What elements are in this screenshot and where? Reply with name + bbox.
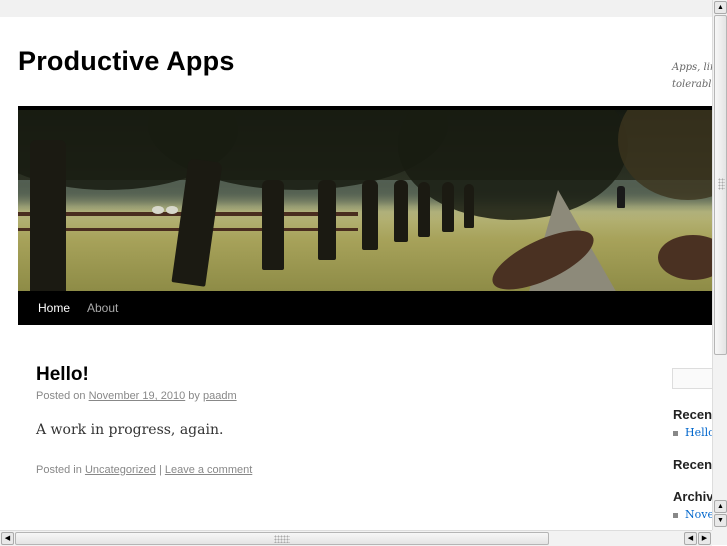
bullet-icon xyxy=(673,430,678,436)
scroll-up-button-lower[interactable]: ▲ xyxy=(714,500,727,513)
banner-walking-person xyxy=(617,186,625,208)
page-top-band xyxy=(0,0,712,17)
banner-leaf-pile xyxy=(658,235,712,280)
scroll-left-button-right[interactable]: ◀ xyxy=(684,532,697,545)
post-footer-meta: Posted in Uncategorized | Leave a commen… xyxy=(36,464,252,476)
recent-post-link[interactable]: Hello! xyxy=(685,426,712,439)
leave-comment-link[interactable]: Leave a comment xyxy=(165,464,252,476)
posted-on-label: Posted on xyxy=(36,390,86,402)
vertical-scrollbar[interactable]: ▲ ▲ ▼ xyxy=(712,0,727,530)
scrollbar-corner xyxy=(712,530,727,545)
post-date-link[interactable]: November 19, 2010 xyxy=(89,390,186,402)
scroll-right-button[interactable]: ▶ xyxy=(698,532,711,545)
banner-sheep xyxy=(152,206,164,214)
scroll-up-button[interactable]: ▲ xyxy=(714,1,727,14)
archive-link[interactable]: Nove xyxy=(685,508,712,521)
banner-tree-trunk xyxy=(418,182,430,237)
banner-tree-trunk xyxy=(318,180,336,260)
horizontal-scrollbar[interactable]: ◀ ◀ ▶ xyxy=(0,530,712,546)
widget-list-item: Hello! xyxy=(673,426,712,439)
sidebar-search-input[interactable] xyxy=(672,368,712,389)
widget-list-item: Nove xyxy=(673,508,712,521)
banner-tree-trunk xyxy=(394,180,408,242)
widget-title-recent-comments: Recen xyxy=(673,457,712,472)
site-title[interactable]: Productive Apps xyxy=(18,46,235,77)
widget-title-recent-posts: Recen xyxy=(673,407,712,422)
page-viewport: Productive Apps Apps, lin tolerable Home… xyxy=(0,17,712,530)
widget-title-archives: Archiv xyxy=(673,489,712,504)
header-banner-image xyxy=(18,106,712,295)
banner-tree-trunk xyxy=(464,184,474,228)
site-description: Apps, lin tolerable xyxy=(672,59,712,93)
main-navigation: Home About xyxy=(18,291,712,325)
banner-tree-trunk xyxy=(362,180,378,250)
by-label: by xyxy=(188,390,200,402)
post-meta: Posted on November 19, 2010 by paadm xyxy=(36,390,237,402)
banner-tree-trunk xyxy=(30,140,66,295)
post-title[interactable]: Hello! xyxy=(36,364,89,386)
grip-icon xyxy=(718,178,725,190)
post-author-link[interactable]: paadm xyxy=(203,390,237,402)
vertical-scroll-thumb[interactable] xyxy=(714,15,727,355)
banner-tree-trunk xyxy=(262,180,284,270)
nav-item-home[interactable]: Home xyxy=(38,301,70,315)
site-description-line-1: Apps, lin xyxy=(672,62,712,73)
site-description-line-2: tolerable xyxy=(672,79,712,90)
scroll-down-button[interactable]: ▼ xyxy=(714,514,727,527)
bullet-icon xyxy=(673,512,678,518)
banner-sheep xyxy=(166,206,178,214)
banner-tree-trunk xyxy=(442,182,454,232)
posted-in-label: Posted in xyxy=(36,464,82,476)
post-content: A work in progress, again. xyxy=(36,422,224,438)
scroll-left-button[interactable]: ◀ xyxy=(1,532,14,545)
grip-icon xyxy=(274,535,290,543)
category-link[interactable]: Uncategorized xyxy=(85,464,156,476)
nav-item-about[interactable]: About xyxy=(87,301,118,315)
horizontal-scroll-thumb[interactable] xyxy=(15,532,549,545)
meta-separator: | xyxy=(158,464,162,476)
